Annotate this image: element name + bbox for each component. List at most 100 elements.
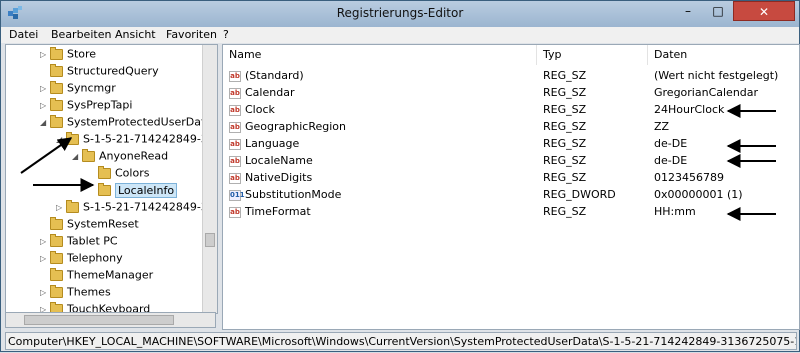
minimize-button[interactable]: –	[673, 1, 703, 21]
expand-icon[interactable]: ▷	[40, 80, 50, 97]
tree-item-label: SysPrepTapi	[67, 98, 133, 112]
value-data: 0x00000001 (1)	[654, 188, 743, 201]
tree-item-label: Tablet PC	[67, 234, 118, 248]
tree-item-label: Telephony	[67, 251, 123, 265]
values-list[interactable]: Name Typ Daten ab (Standard) REG_SZ (Wert…	[222, 44, 800, 330]
expand-icon[interactable]: ▷	[56, 199, 66, 216]
title-bar[interactable]: Registrierungs-Editor – □ ✕	[1, 1, 799, 27]
tree-item[interactable]: ▷ Tablet PC	[40, 232, 118, 249]
value-row[interactable]: ab TimeFormat REG_SZ HH:mm	[223, 203, 799, 220]
value-row[interactable]: ab GeographicRegion REG_SZ ZZ	[223, 118, 799, 135]
expand-icon[interactable]: ▷	[40, 250, 50, 267]
column-header-type[interactable]: Typ	[537, 45, 648, 65]
value-data: HH:mm	[654, 205, 696, 218]
scrollbar-thumb[interactable]	[205, 233, 215, 247]
menu-help[interactable]: ?	[223, 28, 229, 41]
value-type: REG_SZ	[543, 137, 587, 150]
value-name-cell: ab TimeFormat	[229, 203, 311, 220]
status-bar-path: Computer\HKEY_LOCAL_MACHINE\SOFTWARE\Mic…	[5, 332, 797, 350]
column-header-data[interactable]: Daten	[648, 45, 799, 65]
value-type: REG_SZ	[543, 86, 587, 99]
tree-item[interactable]: StructuredQuery	[40, 62, 159, 79]
value-data: (Wert nicht festgelegt)	[654, 69, 779, 82]
value-name: SubstitutionMode	[245, 188, 342, 201]
tree-item-selected[interactable]: LocaleInfo	[88, 181, 178, 198]
value-row[interactable]: ab (Standard) REG_SZ (Wert nicht festgele…	[223, 67, 799, 84]
value-data: ZZ	[654, 120, 670, 133]
tree-item-label: Syncmgr	[67, 81, 116, 95]
value-data: de-DE	[654, 137, 688, 150]
folder-icon	[98, 165, 111, 179]
folder-icon	[50, 216, 63, 230]
tree-item[interactable]: ▷ Syncmgr	[40, 79, 116, 96]
value-row[interactable]: ab NativeDigits REG_SZ 0123456789	[223, 169, 799, 186]
value-name-cell: ab (Standard)	[229, 67, 304, 84]
menu-bar: Datei Bearbeiten Ansicht Favoriten ?	[1, 27, 799, 43]
tree-item-label: S-1-5-21-714242849-31	[83, 132, 215, 146]
tree-item-label: Store	[67, 47, 97, 61]
tree-item[interactable]: ◢ SystemProtectedUserData	[40, 113, 212, 130]
collapse-icon[interactable]: ◢	[72, 148, 82, 165]
tree-item[interactable]: Colors	[88, 164, 149, 181]
tree-item[interactable]: ThemeManager	[40, 266, 153, 283]
scrollbar-thumb[interactable]	[24, 315, 174, 325]
value-row[interactable]: ab Calendar REG_SZ GregorianCalendar	[223, 84, 799, 101]
value-name-cell: ab Language	[229, 135, 299, 152]
tree-item[interactable]: ▷ Telephony	[40, 249, 123, 266]
binary-value-icon: 011	[229, 189, 245, 201]
column-header-name[interactable]: Name	[223, 45, 537, 65]
tree-item-label: Themes	[67, 285, 111, 299]
close-button[interactable]: ✕	[733, 1, 795, 21]
tree-horizontal-scrollbar[interactable]	[5, 312, 216, 328]
tree-item[interactable]: SystemReset	[40, 215, 139, 232]
collapse-icon[interactable]: ◢	[40, 114, 50, 131]
folder-icon	[50, 284, 63, 298]
tree-item-label: StructuredQuery	[67, 64, 159, 78]
value-name: TimeFormat	[245, 205, 311, 218]
value-name: Clock	[245, 103, 275, 116]
menu-bearbeiten[interactable]: Bearbeiten	[51, 28, 111, 41]
collapse-icon[interactable]: ◢	[56, 131, 66, 148]
folder-icon	[50, 114, 63, 128]
folder-icon	[50, 267, 63, 281]
maximize-button[interactable]: □	[703, 1, 733, 21]
value-row[interactable]: ab LocaleName REG_SZ de-DE	[223, 152, 799, 169]
menu-favoriten[interactable]: Favoriten	[166, 28, 217, 41]
tree-item[interactable]: ▷ SysPrepTapi	[40, 96, 132, 113]
folder-icon	[50, 46, 63, 60]
value-type: REG_DWORD	[543, 188, 616, 201]
value-row[interactable]: ab Clock REG_SZ 24HourClock	[223, 101, 799, 118]
string-value-icon: ab	[229, 155, 241, 167]
expand-icon[interactable]: ▷	[40, 284, 50, 301]
expand-icon[interactable]: ▷	[40, 46, 50, 63]
value-name-cell: ab LocaleName	[229, 152, 313, 169]
value-type: REG_SZ	[543, 205, 587, 218]
registry-editor-window: Registrierungs-Editor – □ ✕ Datei Bearbe…	[0, 0, 800, 352]
tree-item[interactable]: ▷ S-1-5-21-714242849-31	[56, 198, 215, 215]
expand-icon[interactable]: ▷	[40, 97, 50, 114]
menu-datei[interactable]: Datei	[9, 28, 38, 41]
value-name: (Standard)	[245, 69, 304, 82]
tree-item-label: LocaleInfo	[115, 182, 178, 198]
value-row[interactable]: ab Language REG_SZ de-DE	[223, 135, 799, 152]
value-data: 0123456789	[654, 171, 724, 184]
tree-item[interactable]: ◢ AnyoneRead	[72, 147, 168, 164]
value-type: REG_SZ	[543, 171, 587, 184]
value-row[interactable]: 011SubstitutionMode REG_DWORD 0x00000001…	[223, 186, 799, 203]
string-value-icon: ab	[229, 104, 241, 116]
tree-vertical-scrollbar[interactable]	[202, 45, 217, 313]
expand-icon[interactable]: ▷	[40, 233, 50, 250]
menu-ansicht[interactable]: Ansicht	[115, 28, 156, 41]
tree-item[interactable]: ◢ S-1-5-21-714242849-31	[56, 130, 215, 147]
value-type: REG_SZ	[543, 154, 587, 167]
key-tree[interactable]: ▷ Store StructuredQuery ▷ Syncmgr ▷ SysPrep…	[5, 44, 218, 314]
folder-icon	[82, 148, 95, 162]
folder-icon	[66, 131, 79, 145]
value-name: NativeDigits	[245, 171, 313, 184]
tree-item-label: S-1-5-21-714242849-31	[83, 200, 215, 214]
tree-item[interactable]: ▷ Themes	[40, 283, 111, 300]
value-type: REG_SZ	[543, 120, 587, 133]
tree-item[interactable]: ▷ Store	[40, 45, 96, 62]
value-name: Calendar	[245, 86, 295, 99]
value-name-cell: 011SubstitutionMode	[229, 186, 341, 203]
